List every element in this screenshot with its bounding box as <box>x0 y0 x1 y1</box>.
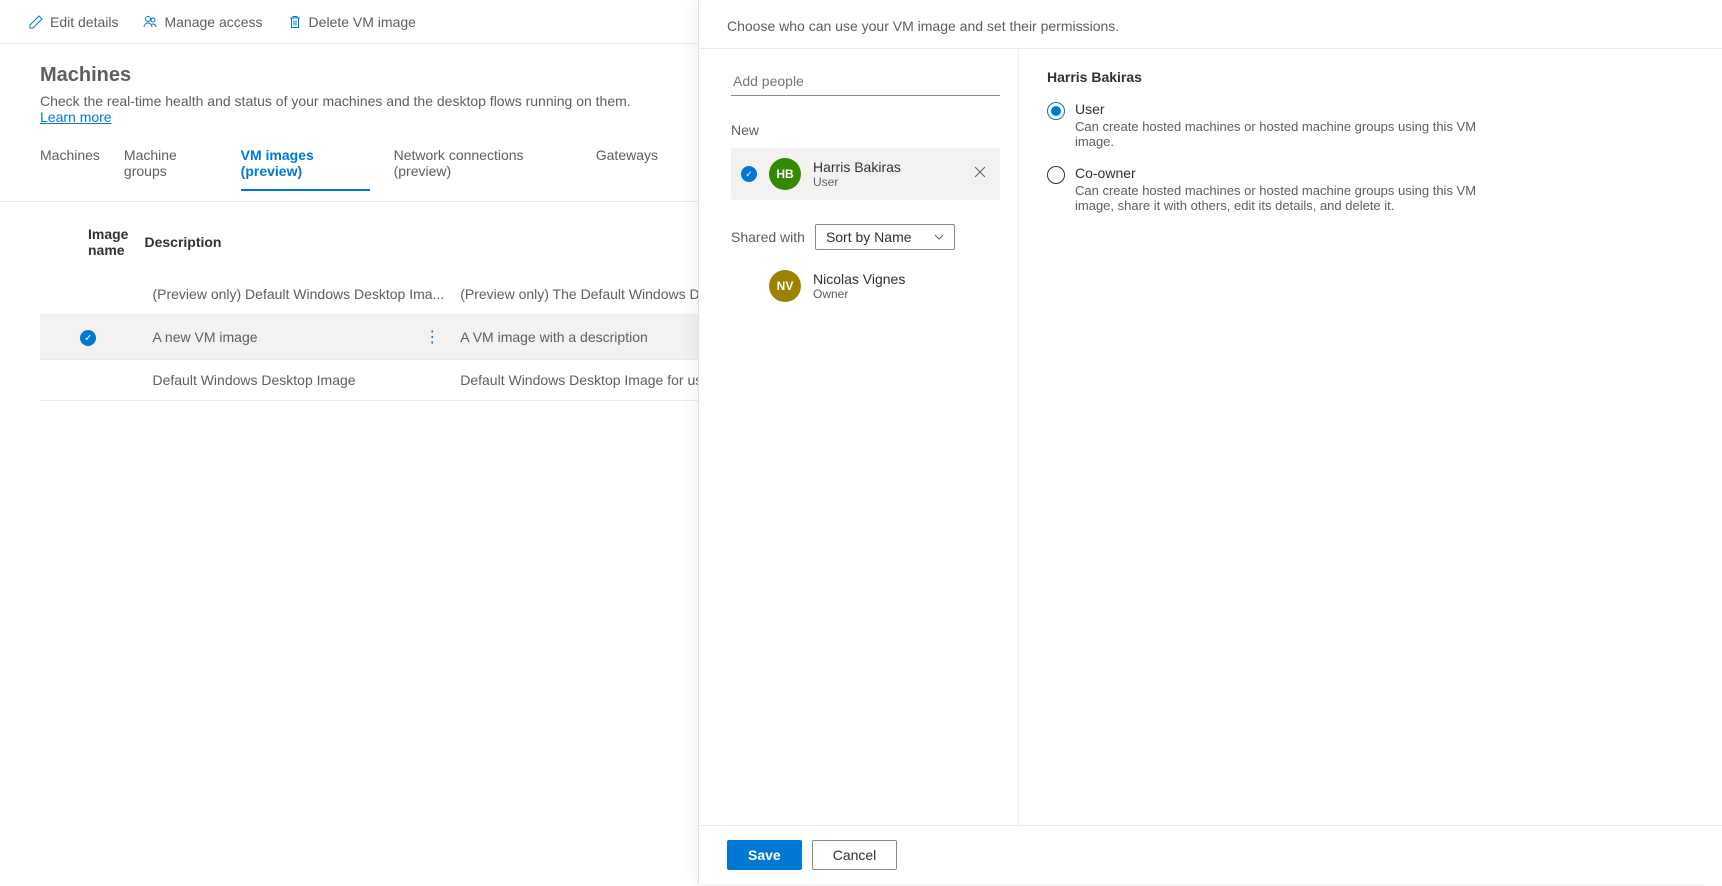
tab-network-connections[interactable]: Network connections (preview) <box>394 139 572 191</box>
avatar: NV <box>769 270 801 302</box>
person-name: Nicolas Vignes <box>813 271 905 287</box>
toolbar-label: Manage access <box>164 14 262 30</box>
radio-icon <box>1047 102 1065 120</box>
toolbar-label: Edit details <box>50 14 118 30</box>
pencil-icon <box>28 14 44 30</box>
tabs: Machines Machine groups VM images (previ… <box>40 139 658 191</box>
tab-vm-images[interactable]: VM images (preview) <box>241 139 370 191</box>
permission-desc: Can create hosted machines or hosted mac… <box>1075 183 1515 213</box>
close-icon <box>974 166 986 178</box>
permission-label: User <box>1075 101 1515 117</box>
permission-label: Co-owner <box>1075 165 1515 181</box>
person-role: User <box>813 175 901 189</box>
checkmark-icon: ✓ <box>741 166 757 182</box>
delete-vm-image-button[interactable]: Delete VM image <box>275 8 428 36</box>
cell-name: A new VM image <box>152 329 257 345</box>
cell-name: Default Windows Desktop Image <box>144 360 460 401</box>
trash-icon <box>287 14 303 30</box>
page-title: Machines <box>40 64 658 87</box>
col-image-name[interactable]: Image name <box>40 202 144 274</box>
page-subtitle: Check the real-time health and status of… <box>40 93 658 125</box>
manage-access-panel: Choose who can use your VM image and set… <box>698 0 1722 884</box>
table-row[interactable]: (Preview only) Default Windows Desktop I… <box>40 274 760 315</box>
permission-coowner-option[interactable]: Co-owner Can create hosted machines or h… <box>1047 165 1694 213</box>
cell-name: (Preview only) Default Windows Desktop I… <box>144 274 460 315</box>
toolbar-label: Delete VM image <box>309 14 416 30</box>
remove-person-button[interactable] <box>970 162 990 182</box>
checkmark-icon: ✓ <box>80 330 96 346</box>
tab-machine-groups[interactable]: Machine groups <box>124 139 217 191</box>
person-card[interactable]: ✓ HB Harris Bakiras User <box>731 148 1000 200</box>
save-button[interactable]: Save <box>727 840 802 870</box>
chevron-down-icon <box>934 229 944 245</box>
table-row[interactable]: Default Windows Desktop Image Default Wi… <box>40 360 760 401</box>
cancel-button[interactable]: Cancel <box>812 840 898 870</box>
sort-by-select[interactable]: Sort by Name <box>815 224 955 250</box>
panel-header: Choose who can use your VM image and set… <box>699 0 1722 49</box>
toolbar: Edit details Manage access Delete VM ima… <box>0 0 698 44</box>
avatar: HB <box>769 158 801 190</box>
person-card[interactable]: NV Nicolas Vignes Owner <box>731 260 1000 312</box>
permission-desc: Can create hosted machines or hosted mac… <box>1075 119 1515 149</box>
tab-machines[interactable]: Machines <box>40 139 100 191</box>
col-description[interactable]: Description <box>144 202 460 274</box>
new-section-label: New <box>731 122 1000 138</box>
detail-person-name: Harris Bakiras <box>1047 69 1694 85</box>
person-name: Harris Bakiras <box>813 159 901 175</box>
table-row[interactable]: ✓ A new VM image ⋮ A VM image with a des… <box>40 315 760 360</box>
person-role: Owner <box>813 287 905 301</box>
edit-details-button[interactable]: Edit details <box>16 8 130 36</box>
radio-icon <box>1047 166 1065 184</box>
permission-user-option[interactable]: User Can create hosted machines or hoste… <box>1047 101 1694 149</box>
people-icon <box>142 14 158 30</box>
learn-more-link[interactable]: Learn more <box>40 109 112 125</box>
more-options-icon[interactable]: ⋮ <box>424 327 444 347</box>
vm-images-table: Image name Description (Preview only) De… <box>40 202 760 401</box>
add-people-input[interactable] <box>731 67 1000 96</box>
tab-gateways[interactable]: Gateways <box>596 139 658 191</box>
manage-access-button[interactable]: Manage access <box>130 8 274 36</box>
shared-with-label: Shared with <box>731 229 805 245</box>
